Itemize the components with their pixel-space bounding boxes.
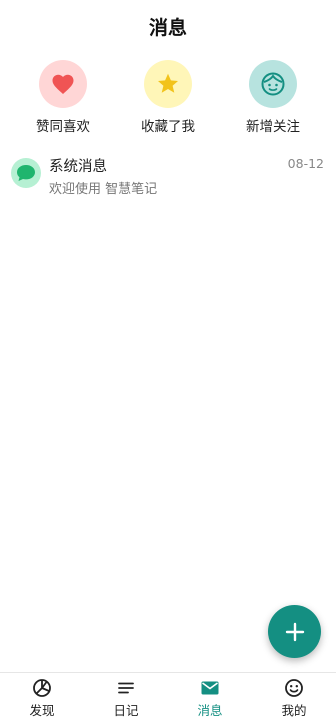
favorites-label: 收藏了我 — [141, 119, 195, 135]
top-bar: 消息 — [0, 0, 336, 52]
smiley-icon — [285, 679, 303, 697]
system-message-item[interactable]: 系统消息 欢迎使用 智慧笔记 08-12 — [0, 152, 336, 198]
heart-icon — [52, 74, 74, 94]
plus-icon — [285, 622, 304, 641]
add-button[interactable] — [268, 605, 321, 658]
page-title: 消息 — [148, 16, 187, 39]
favorites-circle — [144, 60, 192, 108]
tab-diary[interactable]: 日记 — [84, 673, 168, 719]
message-title: 系统消息 — [49, 159, 107, 175]
system-message-avatar — [11, 158, 41, 188]
discover-icon — [33, 679, 51, 697]
likes-circle — [39, 60, 87, 108]
new-followers-button[interactable]: 新增关注 — [223, 60, 323, 135]
tab-messages-label: 消息 — [197, 703, 223, 718]
mail-icon — [201, 681, 219, 695]
tab-discover-label: 发现 — [29, 703, 55, 718]
tab-diary-label: 日记 — [113, 703, 139, 718]
likes-label: 赞同喜欢 — [36, 119, 90, 135]
chat-bubble-icon — [17, 165, 35, 181]
likes-button[interactable]: 赞同喜欢 — [13, 60, 113, 135]
message-time: 08-12 — [287, 156, 324, 171]
tab-mine-label: 我的 — [281, 703, 307, 718]
star-icon — [158, 73, 178, 93]
message-preview: 欢迎使用 智慧笔记 — [49, 182, 158, 197]
tab-mine[interactable]: 我的 — [252, 673, 336, 719]
app-screen: 消息 赞同喜欢 收藏了我 新增关注 系统消息 欢迎使用 智慧笔记 08-12 发… — [0, 0, 336, 719]
favorites-button[interactable]: 收藏了我 — [118, 60, 218, 135]
face-icon — [261, 72, 285, 96]
followers-label: 新增关注 — [246, 119, 300, 135]
quick-actions: 赞同喜欢 收藏了我 新增关注 — [0, 60, 336, 140]
tab-discover[interactable]: 发现 — [0, 673, 84, 719]
followers-circle — [249, 60, 297, 108]
bottom-tab-bar: 发现 日记 消息 我的 — [0, 672, 336, 719]
lines-icon — [118, 682, 134, 694]
tab-messages[interactable]: 消息 — [168, 673, 252, 719]
